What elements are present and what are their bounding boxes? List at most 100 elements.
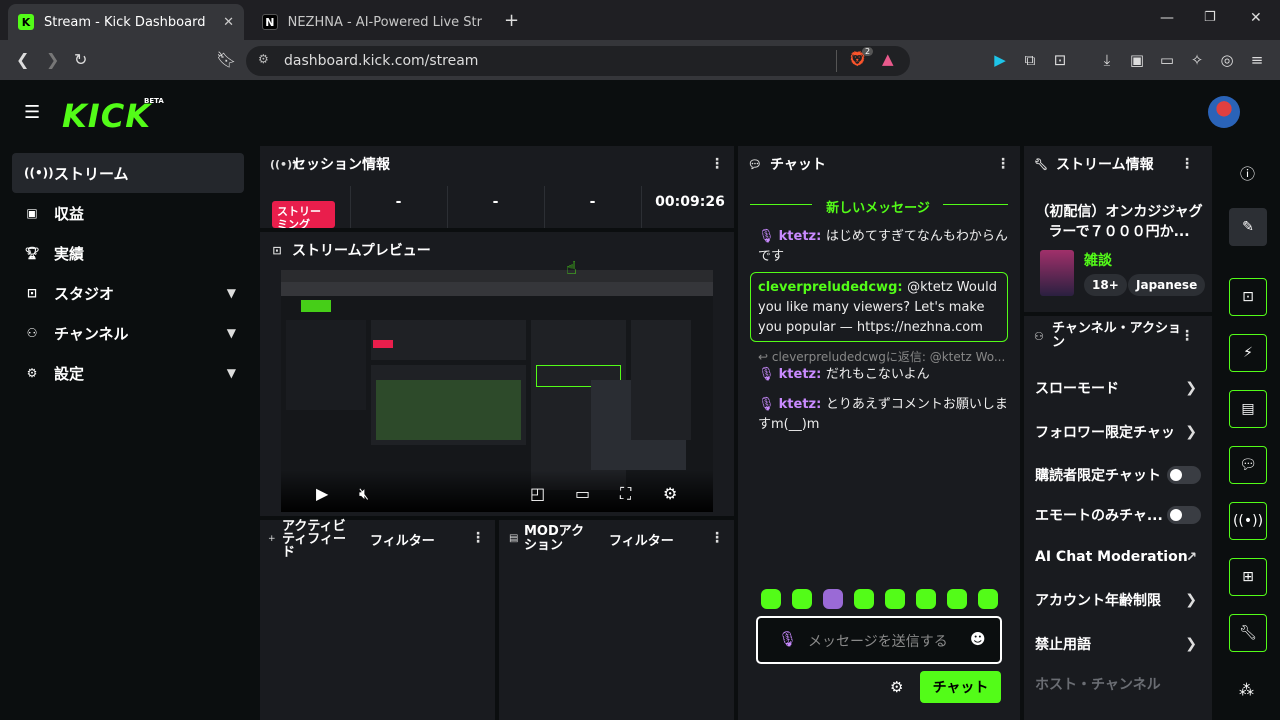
emoji-icon[interactable]: ☻ <box>970 630 986 648</box>
emote-icon[interactable] <box>854 589 874 609</box>
studio-icon: ⊡ <box>272 243 282 257</box>
brave-rewards-icon[interactable]: ▲ <box>882 50 894 68</box>
more-apps-icon[interactable]: ⁂ <box>1239 681 1254 699</box>
account-age-restriction-item[interactable]: アカウント年齢制限 ❯ <box>1035 588 1205 612</box>
broadcast-icon[interactable]: ((•)) <box>1229 502 1267 540</box>
chat-bubble-icon[interactable]: 💬︎ <box>1229 446 1267 484</box>
sidebar-item-label: 収益 <box>54 204 85 223</box>
external-link-icon: ↗ <box>1186 549 1197 565</box>
menu-icon[interactable]: ≡ <box>1247 50 1267 70</box>
more-options-icon[interactable]: ⋮ <box>471 530 485 546</box>
bookmark-icon[interactable]: 🔖︎ <box>216 50 236 69</box>
more-options-icon[interactable]: ⋮ <box>710 156 724 172</box>
forward-icon[interactable]: ❯ <box>46 50 59 69</box>
chat-username[interactable]: cleverpreludedcwg <box>758 280 897 295</box>
sidebar-toggle-icon[interactable]: ▣ <box>1127 50 1147 70</box>
close-icon[interactable]: ✕ <box>223 15 234 30</box>
studio-icon[interactable]: ⊡ <box>1229 278 1267 316</box>
category-link[interactable]: 雑談 <box>1084 250 1112 270</box>
chat-message: 🎙︎ ktetz: とりあえずコメントお願いしますm(__)m <box>758 397 1008 432</box>
emote-icon[interactable] <box>947 589 967 609</box>
sidebar-item-studio[interactable]: ⊡ スタジオ ▼ <box>12 273 244 313</box>
stream-preview-video[interactable] <box>281 270 713 512</box>
subscriber-only-toggle[interactable] <box>1167 466 1201 484</box>
channel-actions-icon: ⚇ <box>1034 330 1044 343</box>
chat-input[interactable]: 🎙︎ メッセージを送信する ☻ <box>756 616 1002 664</box>
chat-username[interactable]: ktetz <box>779 367 816 382</box>
download-icon[interactable]: ⤓ <box>1097 50 1117 70</box>
banned-words-item[interactable]: 禁止用語 ❯ <box>1035 632 1205 656</box>
emote-icon[interactable] <box>978 589 998 609</box>
gear-icon: ⚙ <box>26 366 38 380</box>
emote-icon[interactable] <box>885 589 905 609</box>
sidebar-item-settings[interactable]: ⚙ 設定 ▼ <box>12 353 244 393</box>
live-badge: ストリーミング <box>272 201 335 228</box>
chevron-right-icon: ❯ <box>1185 592 1197 608</box>
more-options-icon[interactable]: ⋮ <box>996 156 1010 172</box>
tab-kick-dashboard[interactable]: K Stream - Kick Dashboard ✕ <box>8 4 244 40</box>
wallet-icon[interactable]: ▭ <box>1157 50 1177 70</box>
layout-icon[interactable]: ⊞ <box>1229 558 1267 596</box>
ai-sparkle-icon[interactable]: ✧ <box>1187 50 1207 70</box>
mute-icon[interactable]: 🔇︎ <box>359 484 369 504</box>
sidebar-item-channel[interactable]: ⚇ チャンネル ▼ <box>12 313 244 353</box>
more-options-icon[interactable]: ⋮ <box>710 530 724 546</box>
channel-icon: ⚇ <box>26 326 38 340</box>
fullscreen-icon[interactable]: ⛶ <box>620 484 631 504</box>
emote-icon[interactable] <box>823 589 843 609</box>
info-icon[interactable]: ⓘ <box>1240 163 1255 184</box>
sidebar-item-stream[interactable]: ((•)) ストリーム <box>12 153 244 193</box>
back-icon[interactable]: ❮ <box>16 50 29 69</box>
mod-actions-panel: ▤ MODアクション フィルター ⋮ <box>499 520 734 720</box>
sidebar-item-revenue[interactable]: ▣ 収益 <box>12 193 244 233</box>
notes-icon[interactable]: ▤ <box>1229 390 1267 428</box>
emote-icon[interactable] <box>792 589 812 609</box>
lightning-icon[interactable]: ⚡︎ <box>1229 334 1267 372</box>
hamburger-menu-icon[interactable]: ☰ <box>24 102 40 123</box>
emote-only-toggle[interactable] <box>1167 506 1201 524</box>
ai-chat-moderation-item[interactable]: AI Chat Moderation ↗ <box>1035 545 1205 569</box>
beta-badge: BETA <box>144 97 164 105</box>
site-info-icon[interactable]: ⚙ <box>258 52 269 66</box>
new-tab-icon[interactable]: + <box>504 10 519 31</box>
window-close-icon[interactable]: ✕ <box>1250 10 1262 26</box>
pip-icon[interactable]: ◰ <box>530 484 545 503</box>
filter-button[interactable]: フィルター <box>370 530 435 549</box>
more-options-icon[interactable]: ⋮ <box>1180 328 1194 344</box>
activity-icon: + <box>268 534 276 544</box>
emote-icon[interactable] <box>761 589 781 609</box>
tab-nezhna[interactable]: N NEZHNA - AI-Powered Live Stream G <box>252 4 492 40</box>
filter-button[interactable]: フィルター <box>609 530 674 549</box>
new-messages-divider: 新しいメッセージ <box>826 201 930 216</box>
chat-username[interactable]: ktetz <box>779 229 816 244</box>
play-icon[interactable]: ▶ <box>316 484 328 503</box>
minimize-icon[interactable]: — <box>1160 10 1174 26</box>
vpn-icon[interactable]: ◎ <box>1217 50 1237 70</box>
edit-icon[interactable]: ✎ <box>1229 208 1267 246</box>
leo-extension-icon[interactable]: ▶ <box>990 50 1010 70</box>
sidebar-item-achievements[interactable]: 🏆︎ 実績 <box>12 233 244 273</box>
extensions-icon[interactable]: ⧉ <box>1020 50 1040 70</box>
panel-header: ((•)) セッション情報 <box>260 146 734 182</box>
theater-mode-icon[interactable]: ▭ <box>575 484 590 503</box>
more-options-icon[interactable]: ⋮ <box>1180 156 1194 172</box>
wrench-icon[interactable]: 🔧︎ <box>1229 614 1267 652</box>
avatar[interactable] <box>1208 96 1240 128</box>
address-bar[interactable]: ⚙ dashboard.kick.com/stream 🦁︎ 2 ▲ <box>246 46 910 76</box>
session-stat: - <box>395 194 402 210</box>
follower-only-chat-item[interactable]: フォロワー限定チャット ❯ <box>1035 420 1205 444</box>
gear-icon[interactable]: ⚙ <box>663 484 677 503</box>
restore-icon[interactable]: ❐ <box>1204 10 1216 25</box>
send-chat-button[interactable]: チャット <box>920 671 1001 703</box>
screenshot-icon[interactable]: ⊡ <box>1050 50 1070 70</box>
kick-logo[interactable]: KICK <box>62 97 151 135</box>
slow-mode-item[interactable]: スローモード ❯ <box>1035 376 1205 400</box>
emote-icon[interactable] <box>916 589 936 609</box>
sidebar-item-label: 実績 <box>54 244 85 263</box>
reload-icon[interactable]: ↻ <box>74 50 87 69</box>
sidebar-item-label: ストリーム <box>54 164 129 183</box>
microphone-icon: 🎙︎ <box>758 397 779 412</box>
panel-header: 💬︎ チャット <box>738 146 1020 182</box>
chat-username[interactable]: ktetz <box>779 397 816 412</box>
chat-settings-icon[interactable]: ⚙ <box>890 678 903 696</box>
